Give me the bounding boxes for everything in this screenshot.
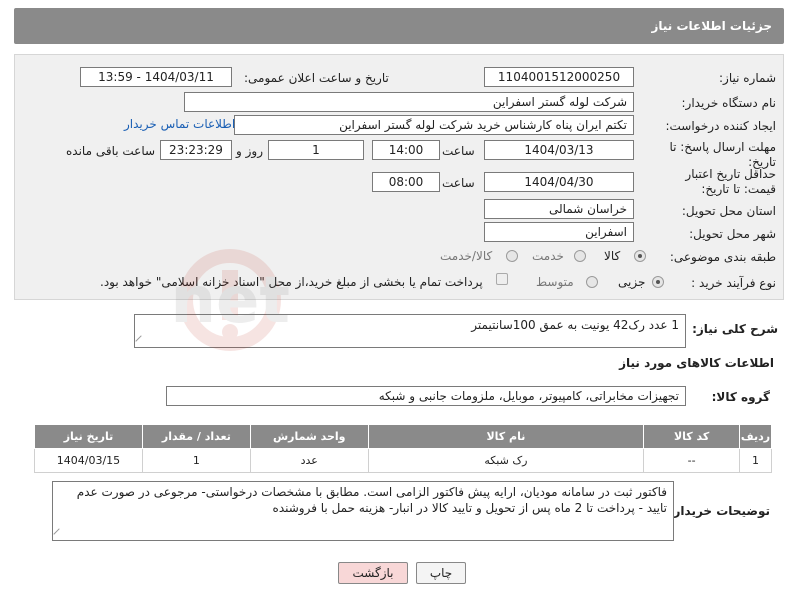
buyer-org-label: نام دستگاه خریدار: bbox=[681, 96, 777, 110]
treasury-checkbox[interactable] bbox=[496, 273, 508, 285]
need-number-field: 1104001512000250 bbox=[484, 67, 634, 87]
cell-qty: 1 bbox=[141, 448, 251, 473]
page-header: جزئیات اطلاعات نیاز bbox=[14, 8, 784, 44]
resize-handle-icon bbox=[53, 528, 65, 540]
remaining-label: ساعت باقی مانده bbox=[66, 144, 156, 158]
buyer-notes-label: توضیحات خریدار: bbox=[668, 504, 770, 518]
deadline-label: مهلت ارسال پاسخ: تا تاریخ: bbox=[669, 140, 776, 169]
process-option-minor: جزیی bbox=[618, 275, 646, 289]
table-header-row: ردیف کد کالا نام کالا واحد شمارش تعداد /… bbox=[34, 424, 772, 449]
cell-row-no: 1 bbox=[739, 448, 772, 473]
province-label: استان محل تحویل: bbox=[681, 204, 776, 218]
goods-info-title: اطلاعات کالاهای مورد نیاز bbox=[619, 356, 774, 370]
deadline-time-word: ساعت bbox=[442, 144, 475, 158]
buyer-notes-textarea[interactable]: فاکتور ثبت در سامانه مودیان، ارایه پیش ف… bbox=[52, 481, 674, 541]
announce-label: تاریخ و ساعت اعلان عمومی: bbox=[244, 71, 389, 85]
creator-label: ایجاد کننده درخواست: bbox=[665, 119, 776, 133]
page-title: جزئیات اطلاعات نیاز bbox=[651, 19, 772, 33]
goods-group-label: گروه کالا: bbox=[711, 390, 770, 404]
table-row: 1 -- رک شبکه عدد 1 1404/03/15 bbox=[34, 448, 772, 473]
creator-field: تکتم ایران پناه کارشناس خرید شرکت لوله گ… bbox=[234, 115, 634, 135]
category-radio-goods-service[interactable] bbox=[506, 250, 518, 262]
col-header-row-no: ردیف bbox=[739, 424, 772, 449]
category-option-goods: کالا bbox=[604, 249, 621, 263]
col-header-need-date: تاریخ نیاز bbox=[34, 424, 143, 449]
goods-group-field: تجهیزات مخابراتی، کامپیوتر، موبایل، ملزو… bbox=[166, 386, 686, 406]
validity-time-word: ساعت bbox=[442, 176, 475, 190]
city-label: شهر محل تحویل: bbox=[689, 227, 776, 241]
validity-label: حداقل تاریخ اعتبار قیمت: تا تاریخ: bbox=[685, 167, 776, 196]
province-field: خراسان شمالی bbox=[484, 199, 634, 219]
days-count-field: 1 bbox=[268, 140, 364, 160]
validity-date-field: 1404/04/30 bbox=[484, 172, 634, 192]
process-option-medium: متوسط bbox=[536, 275, 574, 289]
remaining-time-field: 23:23:29 bbox=[160, 140, 232, 160]
cell-code: -- bbox=[643, 448, 741, 473]
col-header-qty: تعداد / مقدار bbox=[141, 424, 251, 449]
deadline-time-field: 14:00 bbox=[372, 140, 440, 160]
process-radio-minor[interactable] bbox=[652, 276, 664, 288]
category-option-goods-service: کالا/خدمت bbox=[440, 249, 493, 263]
buyer-org-field: شرکت لوله گستر اسفراین bbox=[184, 92, 634, 112]
buyer-notes-text: فاکتور ثبت در سامانه مودیان، ارایه پیش ف… bbox=[76, 485, 667, 515]
col-header-unit: واحد شمارش bbox=[249, 424, 369, 449]
description-label: شرح کلی نیاز: bbox=[692, 322, 778, 336]
description-text: 1 عدد رک42 یونیت به عمق 100سانتیمتر bbox=[471, 318, 679, 332]
description-textarea[interactable]: 1 عدد رک42 یونیت به عمق 100سانتیمتر bbox=[134, 314, 686, 348]
need-number-label: شماره نیاز: bbox=[719, 71, 776, 85]
category-option-service: خدمت bbox=[532, 249, 564, 263]
cell-unit: عدد bbox=[249, 448, 369, 473]
col-header-name: نام کالا bbox=[367, 424, 645, 449]
process-radio-medium[interactable] bbox=[586, 276, 598, 288]
print-button[interactable]: چاپ bbox=[416, 562, 466, 584]
process-label: نوع فرآیند خرید : bbox=[691, 276, 776, 290]
cell-need-date: 1404/03/15 bbox=[34, 448, 143, 473]
items-table: ردیف کد کالا نام کالا واحد شمارش تعداد /… bbox=[34, 424, 772, 473]
back-button[interactable]: بازگشت bbox=[338, 562, 408, 584]
resize-handle-icon bbox=[135, 335, 147, 347]
contact-buyer-link[interactable]: اطلاعات تماس خریدار bbox=[124, 117, 235, 131]
payment-note: پرداخت تمام یا بخشی از مبلغ خرید،از محل … bbox=[100, 275, 483, 289]
deadline-date-field: 1404/03/13 bbox=[484, 140, 634, 160]
city-field: اسفراین bbox=[484, 222, 634, 242]
announce-field: 1404/03/11 - 13:59 bbox=[80, 67, 232, 87]
category-label: طبقه بندی موضوعی: bbox=[669, 250, 776, 264]
col-header-code: کد کالا bbox=[643, 424, 741, 449]
days-and-label: روز و bbox=[236, 144, 263, 158]
validity-time-field: 08:00 bbox=[372, 172, 440, 192]
cell-name: رک شبکه bbox=[367, 448, 645, 473]
category-radio-goods[interactable] bbox=[634, 250, 646, 262]
category-radio-service[interactable] bbox=[574, 250, 586, 262]
